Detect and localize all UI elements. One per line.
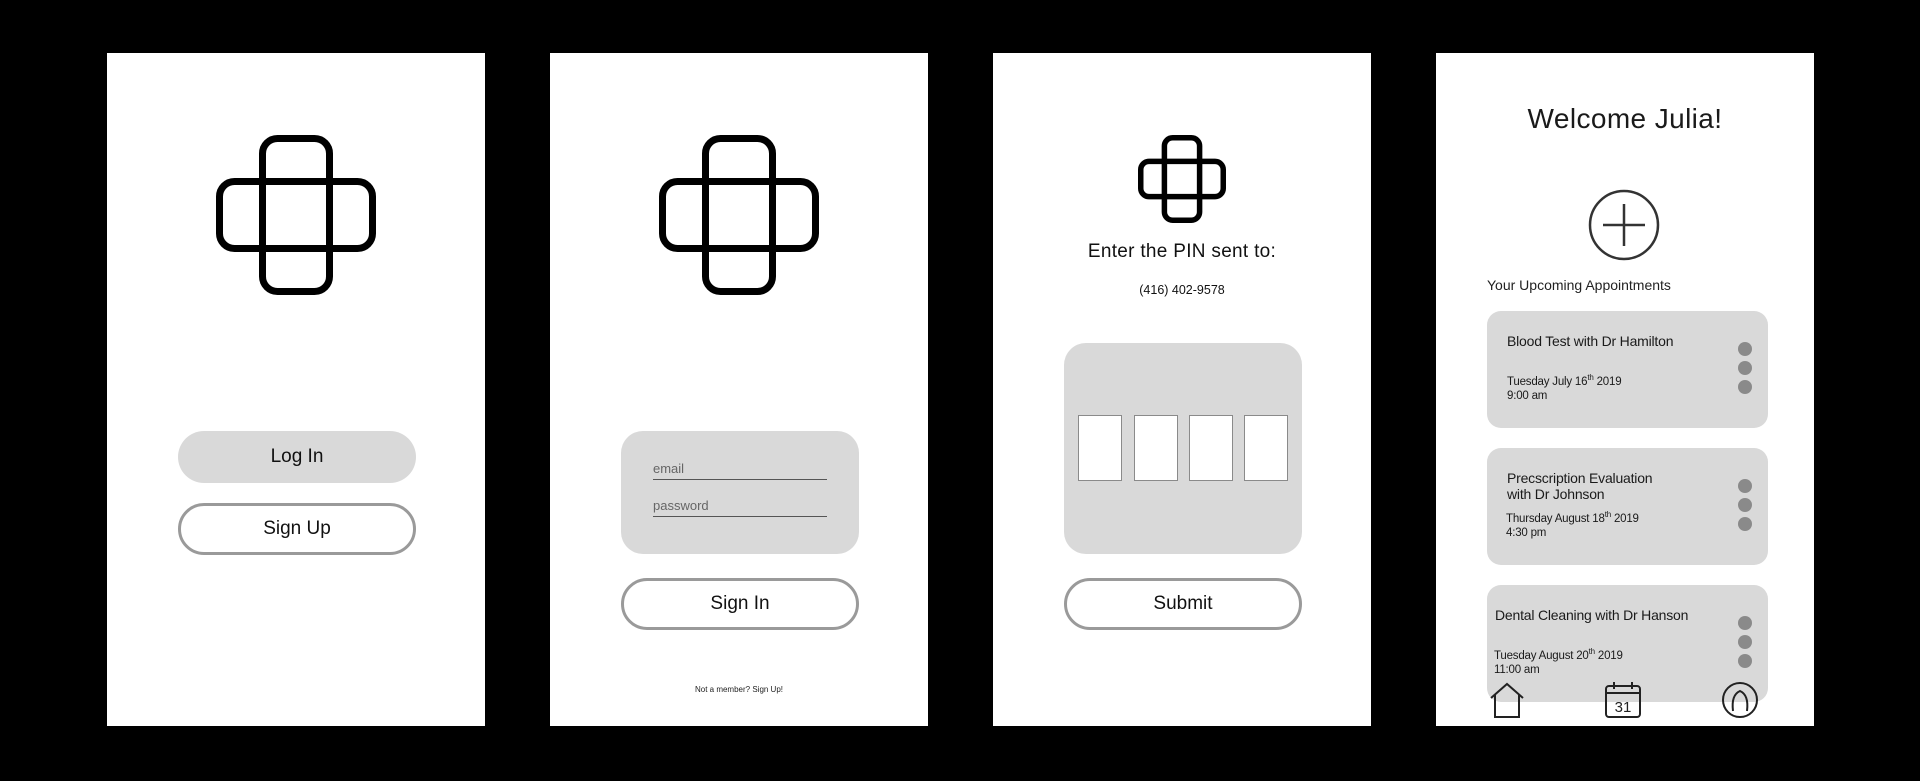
profile-icon[interactable] [1721, 681, 1759, 719]
welcome-heading: Welcome Julia! [1527, 103, 1723, 134]
appointment-options-icon[interactable] [1738, 479, 1752, 536]
pin-digit-4[interactable] [1244, 415, 1288, 481]
login-button[interactable]: Log In [178, 431, 416, 483]
appointment-title: Precscription Evaluation with Dr Johnson [1507, 470, 1653, 502]
home-icon[interactable] [1488, 681, 1526, 719]
appointment-options-icon[interactable] [1738, 342, 1752, 399]
appointment-options-icon[interactable] [1738, 616, 1752, 673]
screen-signin: Sign In Not a member? Sign Up! [550, 53, 928, 726]
email-input[interactable] [653, 457, 827, 480]
signin-button[interactable]: Sign In [621, 578, 859, 630]
appointments-section-label: Your Upcoming Appointments [1487, 277, 1671, 293]
medical-cross-logo-icon [1138, 135, 1226, 223]
phone-number: (416) 402-9578 [1139, 283, 1225, 297]
signup-link[interactable]: Not a member? Sign Up! [550, 685, 928, 694]
submit-button[interactable]: Submit [1064, 578, 1302, 630]
pin-entry-panel [1064, 343, 1302, 554]
appointment-card[interactable]: Blood Test with Dr Hamilton Tuesday July… [1487, 311, 1768, 428]
medical-cross-logo-icon [659, 135, 819, 295]
appointment-date: Tuesday August 20th 2019 11:00 am [1494, 647, 1623, 676]
appointment-date: Thursday August 18th 2019 4:30 pm [1506, 510, 1639, 539]
pin-digit-1[interactable] [1078, 415, 1122, 481]
add-appointment-button[interactable] [1588, 189, 1660, 261]
appointment-title: Dental Cleaning with Dr Hanson [1495, 607, 1689, 623]
screen-pin-verification: Enter the PIN sent to: (416) 402-9578 Su… [993, 53, 1371, 726]
appointment-date: Tuesday July 16th 2019 9:00 am [1507, 373, 1622, 402]
screen-home: Welcome Julia! Your Upcoming Appointment… [1436, 53, 1814, 726]
password-input[interactable] [653, 494, 827, 517]
medical-cross-logo-icon [216, 135, 376, 295]
screen-welcome: Log In Sign Up [107, 53, 485, 726]
calendar-icon[interactable]: 31 [1604, 681, 1642, 719]
calendar-day-number: 31 [1615, 699, 1632, 716]
pin-digit-2[interactable] [1134, 415, 1178, 481]
appointment-card[interactable]: Precscription Evaluation with Dr Johnson … [1487, 448, 1768, 565]
login-form [621, 431, 859, 554]
pin-prompt: Enter the PIN sent to: [1087, 241, 1277, 262]
signup-button[interactable]: Sign Up [178, 503, 416, 555]
pin-digit-3[interactable] [1189, 415, 1233, 481]
appointment-title: Blood Test with Dr Hamilton [1507, 333, 1674, 349]
